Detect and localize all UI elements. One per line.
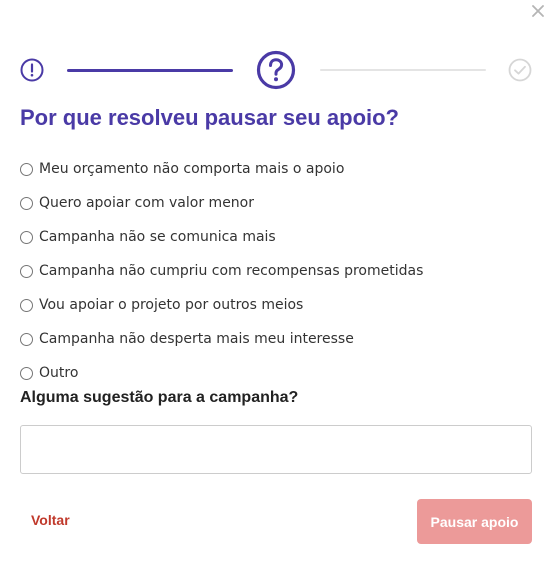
radio-button[interactable]: [20, 162, 33, 176]
reason-option[interactable]: Vou apoiar o projeto por outros meios: [20, 288, 520, 322]
pause-support-button[interactable]: Pausar apoio: [417, 499, 532, 544]
option-label: Outro: [39, 365, 79, 381]
radio-button[interactable]: [20, 196, 33, 210]
reason-option[interactable]: Outro: [20, 356, 520, 390]
radio-button[interactable]: [20, 366, 33, 380]
radio-button[interactable]: [20, 332, 33, 346]
step-connector-pending: [320, 69, 486, 71]
reason-option[interactable]: Meu orçamento não comporta mais o apoio: [20, 152, 520, 186]
option-label: Campanha não cumpriu com recompensas pro…: [39, 263, 424, 279]
option-label: Campanha não se comunica mais: [39, 229, 276, 245]
suggestion-input[interactable]: [20, 425, 532, 474]
option-label: Campanha não desperta mais meu interesse: [39, 331, 354, 347]
reason-option[interactable]: Campanha não cumpriu com recompensas pro…: [20, 254, 520, 288]
reason-option[interactable]: Campanha não desperta mais meu interesse: [20, 322, 520, 356]
question-title: Por que resolveu pausar seu apoio?: [20, 105, 399, 130]
progress-stepper: [0, 0, 548, 110]
reason-option[interactable]: Quero apoiar com valor menor: [20, 186, 520, 220]
option-label: Vou apoiar o projeto por outros meios: [39, 297, 304, 313]
reason-options: Meu orçamento não comporta mais o apoio …: [20, 152, 520, 390]
check-circle-icon: [508, 58, 532, 82]
radio-button[interactable]: [20, 264, 33, 278]
radio-button[interactable]: [20, 230, 33, 244]
option-label: Meu orçamento não comporta mais o apoio: [39, 161, 345, 177]
exclamation-circle-icon: [20, 58, 44, 82]
suggestion-label: Alguma sugestão para a campanha?: [20, 389, 299, 406]
step-connector-complete: [67, 69, 233, 72]
reason-option[interactable]: Campanha não se comunica mais: [20, 220, 520, 254]
question-circle-icon: [256, 50, 296, 90]
option-label: Quero apoiar com valor menor: [39, 195, 254, 211]
radio-button[interactable]: [20, 298, 33, 312]
back-link[interactable]: Voltar: [31, 512, 70, 528]
